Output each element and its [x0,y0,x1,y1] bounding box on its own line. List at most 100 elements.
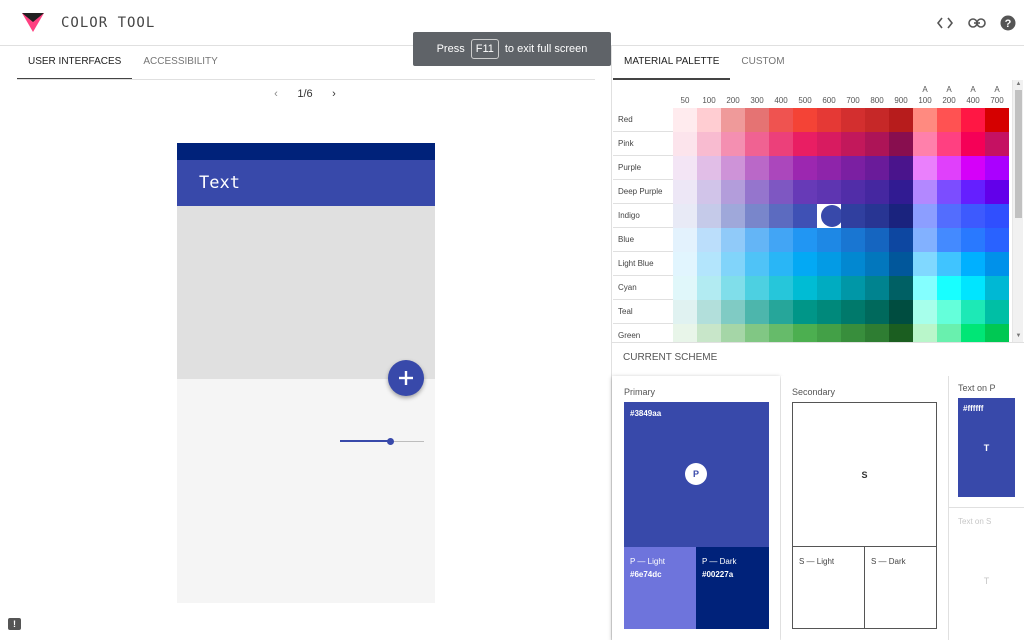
palette-swatch[interactable] [865,156,889,180]
palette-swatch[interactable] [793,156,817,180]
palette-swatch[interactable] [673,132,697,156]
palette-swatch[interactable] [865,204,889,228]
palette-swatch[interactable] [937,108,961,132]
palette-swatch[interactable] [745,108,769,132]
palette-swatch[interactable] [817,324,841,342]
palette-swatch[interactable] [865,132,889,156]
palette-swatch[interactable] [721,252,745,276]
palette-swatch[interactable] [889,276,913,300]
palette-swatch[interactable] [985,204,1009,228]
palette-swatch[interactable] [937,180,961,204]
palette-swatch[interactable] [745,180,769,204]
palette-swatch[interactable] [913,324,937,342]
palette-swatch[interactable] [817,252,841,276]
palette-swatch[interactable] [721,228,745,252]
palette-swatch[interactable] [769,276,793,300]
palette-swatch[interactable] [985,300,1009,324]
palette-swatch[interactable] [937,228,961,252]
palette-swatch[interactable] [721,132,745,156]
secondary-dark-swatch[interactable]: S — Dark [864,546,937,629]
text-on-p-swatch[interactable]: #ffffff T [958,398,1015,497]
palette-scrollbar[interactable]: ▲ ▼ [1012,80,1023,342]
palette-swatch[interactable] [673,180,697,204]
tab-accessibility[interactable]: ACCESSIBILITY [132,46,228,80]
scroll-down-icon[interactable]: ▼ [1013,332,1024,341]
palette-swatch[interactable] [913,228,937,252]
palette-swatch[interactable] [913,204,937,228]
palette-swatch[interactable] [841,300,865,324]
palette-swatch[interactable] [937,204,961,228]
palette-swatch[interactable] [865,108,889,132]
palette-swatch[interactable] [961,252,985,276]
palette-swatch[interactable] [769,180,793,204]
palette-swatch[interactable] [817,156,841,180]
tab-custom[interactable]: CUSTOM [730,46,795,80]
palette-swatch[interactable] [745,324,769,342]
palette-swatch[interactable] [889,204,913,228]
palette-swatch[interactable] [769,228,793,252]
palette-swatch[interactable] [961,204,985,228]
palette-swatch[interactable] [913,252,937,276]
palette-swatch[interactable] [985,228,1009,252]
palette-swatch[interactable] [697,228,721,252]
palette-swatch[interactable] [889,108,913,132]
palette-swatch[interactable] [745,132,769,156]
palette-swatch[interactable] [769,252,793,276]
secondary-scheme-card[interactable]: Secondary S S — Light S — Dark [781,376,948,640]
palette-swatch[interactable] [721,180,745,204]
palette-swatch[interactable] [697,108,721,132]
palette-swatch[interactable] [961,300,985,324]
secondary-swatch[interactable]: S [792,402,937,547]
palette-swatch[interactable] [913,156,937,180]
palette-swatch[interactable] [745,276,769,300]
palette-swatch[interactable] [793,324,817,342]
palette-swatch[interactable] [793,108,817,132]
palette-swatch[interactable] [769,156,793,180]
palette-swatch[interactable] [721,156,745,180]
palette-swatch[interactable] [841,108,865,132]
palette-swatch[interactable] [697,276,721,300]
previous-page-icon[interactable]: ‹ [270,88,282,100]
primary-swatch[interactable]: #3849aa P [624,402,769,547]
palette-swatch[interactable] [913,276,937,300]
palette-swatch[interactable] [793,276,817,300]
palette-swatch[interactable] [865,252,889,276]
palette-swatch[interactable] [889,228,913,252]
palette-swatch[interactable] [697,156,721,180]
palette-swatch[interactable] [937,300,961,324]
palette-swatch[interactable] [985,108,1009,132]
preview-slider[interactable] [340,438,424,445]
palette-swatch[interactable] [793,180,817,204]
palette-swatch[interactable] [793,300,817,324]
slider-thumb[interactable] [387,438,395,445]
palette-swatch[interactable] [937,132,961,156]
tab-material-palette[interactable]: MATERIAL PALETTE [613,46,731,80]
palette-swatch[interactable] [769,132,793,156]
palette-swatch[interactable] [793,228,817,252]
palette-swatch[interactable] [985,180,1009,204]
palette-swatch[interactable] [937,276,961,300]
palette-swatch[interactable] [865,276,889,300]
palette-swatch[interactable] [937,324,961,342]
palette-swatch[interactable] [913,108,937,132]
secondary-light-swatch[interactable]: S — Light [792,546,865,629]
palette-swatch[interactable] [697,300,721,324]
palette-swatch[interactable] [673,156,697,180]
palette-swatch[interactable] [673,276,697,300]
palette-swatch[interactable] [673,324,697,342]
palette-swatch[interactable] [721,324,745,342]
palette-swatch[interactable] [961,276,985,300]
palette-swatch[interactable] [817,204,843,228]
palette-swatch[interactable] [817,180,841,204]
palette-swatch[interactable] [769,324,793,342]
palette-swatch[interactable] [913,180,937,204]
palette-swatch[interactable] [745,228,769,252]
palette-swatch[interactable] [985,132,1009,156]
palette-swatch[interactable] [769,300,793,324]
palette-swatch[interactable] [817,300,841,324]
palette-swatch[interactable] [865,180,889,204]
palette-swatch[interactable] [673,252,697,276]
palette-swatch[interactable] [961,156,985,180]
palette-swatch[interactable] [889,252,913,276]
palette-swatch[interactable] [817,228,841,252]
